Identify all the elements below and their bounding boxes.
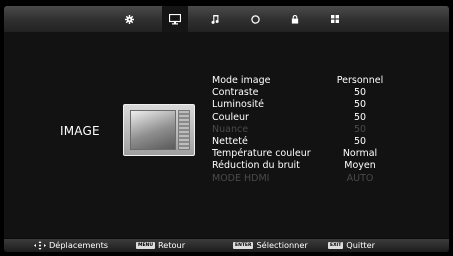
- menu-item-value: 50: [353, 87, 367, 99]
- hint-back-label: Retour: [157, 240, 186, 250]
- footer-hints: Déplacements MENU Retour ENTER Sélection…: [4, 239, 449, 252]
- hint-navigate-label: Déplacements: [49, 240, 109, 250]
- hint-exit: EXIT Quitter: [328, 239, 375, 252]
- menu-item-value: 50: [353, 135, 367, 147]
- menu-item-nettete[interactable]: Netteté 50: [212, 136, 402, 148]
- clock-icon: [250, 14, 260, 24]
- menu-item-label: Température couleur: [212, 148, 311, 160]
- menu-item-nuance: Nuance 50: [212, 124, 402, 136]
- tab-sound[interactable]: [202, 6, 228, 32]
- tv-speaker-grille: [178, 110, 190, 150]
- menu-item-temperature-couleur[interactable]: Température couleur Normal: [212, 148, 402, 160]
- exit-key-badge: EXIT: [328, 242, 344, 249]
- tv-illustration: [123, 104, 195, 156]
- menu-item-label: MODE HDMI: [212, 172, 270, 184]
- menu-item-contraste[interactable]: Contraste 50: [212, 87, 402, 99]
- dpad-icon: [34, 241, 46, 250]
- picture-settings-list: Mode image Personnel Contraste 50 Lumino…: [212, 75, 402, 185]
- section-title: IMAGE: [60, 124, 100, 138]
- tab-settings[interactable]: [116, 6, 142, 32]
- hint-select: ENTER Sélectionner: [233, 239, 308, 252]
- menu-item-label: Luminosité: [212, 99, 265, 111]
- menu-item-mode-image[interactable]: Mode image Personnel: [212, 75, 402, 87]
- menu-item-value: Personnel: [336, 75, 384, 86]
- menu-item-label: Netteté: [212, 135, 248, 147]
- menu-item-value: 50: [353, 111, 367, 123]
- menu-item-value: AUTO: [346, 172, 374, 184]
- gear-icon: [124, 14, 134, 24]
- menu-item-value: 50: [353, 99, 367, 111]
- menu-item-mode-hdmi: MODE HDMI AUTO: [212, 173, 402, 185]
- menu-item-reduction-bruit[interactable]: Réduction du bruit Moyen: [212, 160, 402, 172]
- tv-screen: [130, 110, 176, 150]
- menu-key-badge: MENU: [136, 242, 155, 249]
- tab-picture[interactable]: [162, 6, 188, 32]
- menu-item-label: Réduction du bruit: [212, 160, 300, 172]
- hint-exit-label: Quitter: [346, 240, 376, 250]
- tab-setup[interactable]: [322, 6, 348, 32]
- menu-item-label: Nuance: [212, 123, 249, 135]
- menu-item-value: Moyen: [344, 160, 376, 172]
- lock-icon: [291, 14, 299, 24]
- tab-timer[interactable]: [242, 6, 268, 32]
- menu-item-value: Normal: [342, 148, 378, 160]
- music-note-icon: [211, 14, 219, 24]
- enter-key-badge: ENTER: [233, 242, 254, 249]
- menu-item-luminosite[interactable]: Luminosité 50: [212, 99, 402, 111]
- grid-icon: [331, 15, 339, 23]
- hint-back: MENU Retour: [136, 239, 185, 252]
- menu-content: IMAGE Mode image Personnel Contraste 50 …: [4, 33, 449, 238]
- menu-item-label: Mode image: [212, 75, 271, 86]
- top-menu-bar: [4, 6, 449, 33]
- menu-item-label: Couleur: [212, 111, 249, 123]
- menu-item-couleur[interactable]: Couleur 50: [212, 112, 402, 124]
- monitor-icon: [169, 13, 181, 24]
- hint-select-label: Sélectionner: [256, 240, 308, 250]
- tv-osd-menu: IMAGE Mode image Personnel Contraste 50 …: [4, 6, 449, 252]
- tab-lock[interactable]: [282, 6, 308, 32]
- menu-item-label: Contraste: [212, 87, 259, 99]
- menu-item-value: 50: [353, 123, 367, 135]
- hint-navigate: Déplacements: [34, 239, 108, 252]
